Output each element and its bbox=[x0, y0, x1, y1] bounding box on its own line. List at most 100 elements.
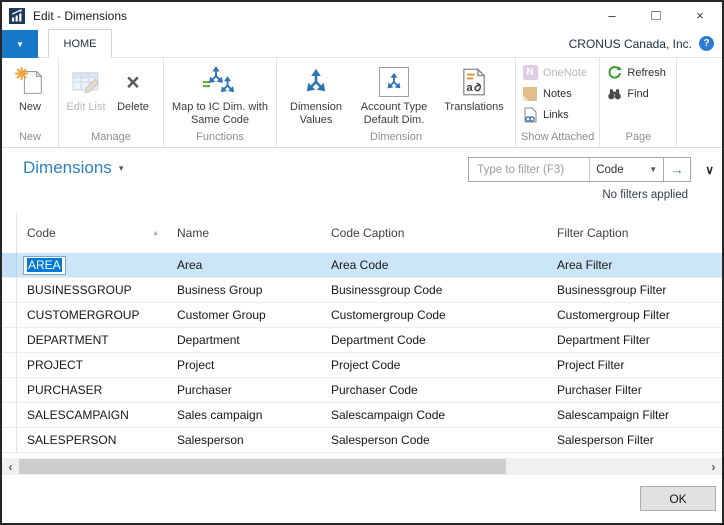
map-to-ic-dim-button[interactable]: Map to IC Dim. with Same Code bbox=[169, 60, 271, 127]
ribbon-group-label-page: Page bbox=[605, 129, 671, 146]
table-row[interactable]: AREA Area Area Code Area Filter bbox=[2, 253, 722, 278]
row-selector[interactable] bbox=[2, 428, 17, 452]
cell-code[interactable]: SALESCAMPAIGN bbox=[17, 408, 167, 422]
row-selector[interactable] bbox=[2, 278, 17, 302]
delete-x-icon: × bbox=[126, 63, 139, 101]
cell-code-caption[interactable]: Purchaser Code bbox=[321, 383, 547, 397]
translations-button[interactable]: a Translations bbox=[438, 60, 510, 114]
page-title-dropdown[interactable]: Dimensions ▾ bbox=[23, 158, 123, 178]
arrow-right-icon: → bbox=[671, 162, 684, 177]
column-header-code[interactable]: Code▲ bbox=[17, 226, 167, 240]
cell-filter-caption[interactable]: Salesperson Filter bbox=[547, 433, 722, 447]
scrollbar-thumb[interactable] bbox=[19, 459, 506, 474]
apply-filter-button[interactable]: → bbox=[663, 158, 690, 181]
cell-code-caption[interactable]: Department Code bbox=[321, 333, 547, 347]
ribbon-group-label-dimension: Dimension bbox=[282, 129, 510, 146]
refresh-icon bbox=[605, 65, 623, 80]
cell-name[interactable]: Project bbox=[167, 358, 321, 372]
row-selector[interactable] bbox=[2, 303, 17, 327]
cell-code[interactable]: PURCHASER bbox=[17, 383, 167, 397]
caret-down-icon: ▾ bbox=[119, 163, 124, 173]
dimension-values-button[interactable]: Dimension Values bbox=[282, 60, 350, 127]
chevron-down-icon: ▼ bbox=[649, 165, 657, 174]
cell-code[interactable]: PROJECT bbox=[17, 358, 167, 372]
svg-text:a: a bbox=[466, 82, 473, 94]
cell-name[interactable]: Department bbox=[167, 333, 321, 347]
cell-name[interactable]: Business Group bbox=[167, 283, 321, 297]
collapse-header-chevron-icon[interactable]: ∨ bbox=[705, 163, 714, 177]
cell-code[interactable]: CUSTOMERGROUP bbox=[17, 308, 167, 322]
cell-filter-caption[interactable]: Purchaser Filter bbox=[547, 383, 722, 397]
row-selector[interactable] bbox=[2, 253, 17, 277]
edit-list-icon bbox=[71, 63, 101, 101]
column-header-name[interactable]: Name bbox=[167, 226, 321, 240]
cell-filter-caption[interactable]: Department Filter bbox=[547, 333, 722, 347]
cell-filter-caption[interactable]: Salescampaign Filter bbox=[547, 408, 722, 422]
cell-name[interactable]: Customer Group bbox=[167, 308, 321, 322]
cell-code-caption[interactable]: Salesperson Code bbox=[321, 433, 547, 447]
table-row[interactable]: BUSINESSGROUP Business Group Businessgro… bbox=[2, 278, 722, 303]
find-button[interactable]: Find bbox=[605, 83, 648, 104]
application-menu-button[interactable]: ▼ bbox=[2, 30, 38, 58]
row-selector[interactable] bbox=[2, 353, 17, 377]
cell-filter-caption[interactable]: Customergroup Filter bbox=[547, 308, 722, 322]
cell-filter-caption[interactable]: Businessgroup Filter bbox=[547, 283, 722, 297]
cell-code-caption[interactable]: Salescampaign Code bbox=[321, 408, 547, 422]
filter-input[interactable] bbox=[469, 158, 589, 181]
ok-button[interactable]: OK bbox=[640, 486, 716, 511]
app-chart-icon bbox=[9, 8, 25, 24]
row-selector[interactable] bbox=[2, 328, 17, 352]
tab-home[interactable]: HOME bbox=[48, 29, 112, 58]
notes-button[interactable]: Notes bbox=[521, 83, 572, 104]
ribbon-group-label-functions: Functions bbox=[169, 129, 271, 146]
cell-code-caption[interactable]: Area Code bbox=[321, 258, 547, 272]
cell-code[interactable]: DEPARTMENT bbox=[17, 333, 167, 347]
row-selector[interactable] bbox=[2, 403, 17, 427]
account-type-default-dim-button[interactable]: Account Type Default Dim. bbox=[350, 60, 438, 127]
cell-filter-caption[interactable]: Area Filter bbox=[547, 258, 722, 272]
cell-code[interactable]: AREA bbox=[17, 256, 167, 275]
refresh-button[interactable]: Refresh bbox=[605, 62, 666, 83]
table-row[interactable]: CUSTOMERGROUP Customer Group Customergro… bbox=[2, 303, 722, 328]
cell-code-caption[interactable]: Businessgroup Code bbox=[321, 283, 547, 297]
column-header-filter-caption[interactable]: Filter Caption bbox=[547, 226, 722, 240]
table-row[interactable]: PROJECT Project Project Code Project Fil… bbox=[2, 353, 722, 378]
cell-filter-caption[interactable]: Project Filter bbox=[547, 358, 722, 372]
cell-name[interactable]: Area bbox=[167, 258, 321, 272]
column-header-code-caption[interactable]: Code Caption bbox=[321, 226, 547, 240]
cell-name[interactable]: Sales campaign bbox=[167, 408, 321, 422]
page-title: Dimensions bbox=[23, 158, 112, 177]
delete-button[interactable]: × Delete bbox=[108, 60, 158, 114]
horizontal-scrollbar[interactable]: ‹ › bbox=[2, 458, 722, 475]
page-header: Dimensions▾ Code▼ → ∨ No filters applied bbox=[2, 149, 722, 213]
edit-list-button[interactable]: Edit List bbox=[64, 60, 108, 114]
table-row[interactable]: SALESPERSON Salesperson Salesperson Code… bbox=[2, 428, 722, 453]
cell-code-caption[interactable]: Project Code bbox=[321, 358, 547, 372]
close-button[interactable]: × bbox=[678, 2, 722, 29]
onenote-button[interactable]: N OneNote bbox=[521, 62, 587, 83]
cell-code[interactable]: BUSINESSGROUP bbox=[17, 283, 167, 297]
filter-column-value: Code bbox=[596, 164, 624, 176]
row-selector[interactable] bbox=[2, 378, 17, 402]
window-title: Edit - Dimensions bbox=[33, 9, 127, 23]
notes-label: Notes bbox=[543, 88, 572, 100]
cell-code-caption[interactable]: Customergroup Code bbox=[321, 308, 547, 322]
dimension-values-icon bbox=[300, 63, 332, 101]
filter-column-dropdown[interactable]: Code ▼ bbox=[589, 158, 663, 181]
links-button[interactable]: Links bbox=[521, 104, 569, 125]
table-row[interactable]: PURCHASER Purchaser Purchaser Code Purch… bbox=[2, 378, 722, 403]
cell-code[interactable]: SALESPERSON bbox=[17, 433, 167, 447]
scroll-right-icon[interactable]: › bbox=[705, 458, 722, 475]
table-row[interactable]: SALESCAMPAIGN Sales campaign Salescampai… bbox=[2, 403, 722, 428]
cell-name[interactable]: Purchaser bbox=[167, 383, 321, 397]
new-button[interactable]: New bbox=[7, 60, 53, 114]
cell-name[interactable]: Salesperson bbox=[167, 433, 321, 447]
ribbon-group-dimension: Dimension Values Account Type Default Di… bbox=[276, 58, 515, 147]
table-row[interactable]: DEPARTMENT Department Department Code De… bbox=[2, 328, 722, 353]
help-icon[interactable]: ? bbox=[699, 36, 714, 51]
maximize-button[interactable]: □ bbox=[634, 2, 678, 29]
map-to-ic-dim-label: Map to IC Dim. with Same Code bbox=[169, 101, 271, 127]
scroll-left-icon[interactable]: ‹ bbox=[2, 458, 19, 475]
minimize-button[interactable]: – bbox=[590, 2, 634, 29]
ribbon-group-label-show-attached: Show Attached bbox=[521, 129, 594, 146]
